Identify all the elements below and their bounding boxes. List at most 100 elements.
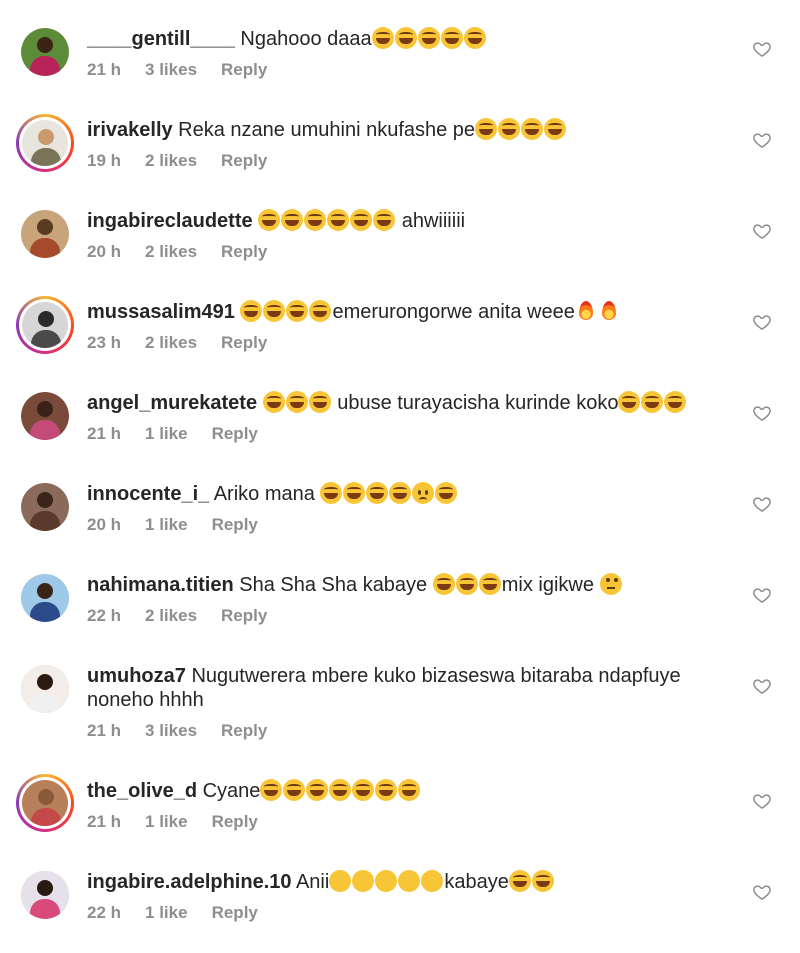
likes-count[interactable]: 2 likes <box>145 333 197 352</box>
comment-text-segment: Anii <box>291 871 330 893</box>
avatar[interactable] <box>16 114 74 172</box>
laugh-emoji-icon <box>478 573 501 595</box>
avatar[interactable] <box>16 774 74 832</box>
heart-outline-icon[interactable] <box>752 882 772 902</box>
likes-count[interactable]: 3 likes <box>145 60 197 79</box>
comment-time: 19 h <box>87 151 122 170</box>
comment-text-segment: Ariko mana <box>209 483 321 505</box>
heart-outline-icon[interactable] <box>752 403 772 423</box>
comment-text: innocente_i_ Ariko mana <box>87 482 747 506</box>
comment-text: umuhoza7 Nugutwerera mbere kuko bizasesw… <box>87 664 727 712</box>
comment-body: Reka nzane umuhini nkufashe pe <box>172 118 567 141</box>
reply-button[interactable]: Reply <box>212 424 258 443</box>
heart-outline-icon[interactable] <box>752 585 772 605</box>
heart-outline-icon[interactable] <box>752 791 772 811</box>
avatar[interactable] <box>21 483 69 531</box>
comment-meta: 21 h 1 like Reply <box>87 424 282 444</box>
comment-meta: 22 h 1 like Reply <box>87 903 282 923</box>
comment-text: irivakelly Reka nzane umuhini nkufashe p… <box>87 118 747 142</box>
likes-count[interactable]: 2 likes <box>145 242 197 261</box>
reply-button[interactable]: Reply <box>221 60 267 79</box>
reply-button[interactable]: Reply <box>221 721 267 740</box>
avatar[interactable] <box>21 210 69 258</box>
likes-count[interactable]: 2 likes <box>145 151 197 170</box>
laugh-emoji-icon <box>394 27 417 49</box>
avatar[interactable] <box>21 28 69 76</box>
likes-count[interactable]: 1 like <box>145 515 188 534</box>
reply-button[interactable]: Reply <box>212 903 258 922</box>
comment-username[interactable]: angel_murekatete <box>87 392 257 414</box>
laugh-emoji-icon <box>308 391 331 413</box>
laugh-emoji-icon <box>498 118 521 140</box>
comment-text: mussasalim491 emerurongorwe anita weee <box>87 300 747 324</box>
reply-button[interactable]: Reply <box>221 333 267 352</box>
rofl-emoji-icon <box>417 865 448 897</box>
laugh-emoji-icon <box>641 391 664 413</box>
heart-outline-icon[interactable] <box>752 130 772 150</box>
avatar[interactable] <box>21 392 69 440</box>
comment-time: 22 h <box>87 606 122 625</box>
comment-text: the_olive_d Cyane <box>87 779 747 803</box>
laugh-emoji-icon <box>304 209 327 231</box>
comment-time: 21 h <box>87 60 122 79</box>
avatar[interactable] <box>21 574 69 622</box>
avatar[interactable] <box>16 296 74 354</box>
comment-text: angel_murekatete ubuse turayacisha kurin… <box>87 391 747 415</box>
comment-username[interactable]: mussasalim491 <box>87 301 235 323</box>
comment-time: 21 h <box>87 721 122 740</box>
likes-count[interactable]: 1 like <box>145 812 188 831</box>
worried-emoji-icon <box>412 482 435 504</box>
comment-username[interactable]: the_olive_d <box>87 780 197 802</box>
comment-body: Cyane <box>197 779 421 802</box>
comment-username[interactable]: umuhoza7 <box>87 665 186 687</box>
heart-outline-icon[interactable] <box>752 494 772 514</box>
likes-count[interactable]: 1 like <box>145 424 188 443</box>
laugh-emoji-icon <box>544 118 567 140</box>
laugh-emoji-icon <box>260 779 283 801</box>
roll-emoji-icon <box>599 573 622 595</box>
comment-username[interactable]: ____gentill____ <box>87 28 235 50</box>
reply-button[interactable]: Reply <box>221 242 267 261</box>
avatar[interactable] <box>21 871 69 919</box>
laugh-emoji-icon <box>352 779 375 801</box>
comment-username[interactable]: nahimana.titien <box>87 574 234 596</box>
reply-button[interactable]: Reply <box>212 515 258 534</box>
comment-body: Ariko mana <box>209 482 458 505</box>
comment-username[interactable]: ingabireclaudette <box>87 210 253 232</box>
comment-username[interactable]: ingabire.adelphine.10 <box>87 871 292 893</box>
comment-username[interactable]: innocente_i_ <box>87 483 209 505</box>
comment-body: Ngahooo daaa <box>234 27 487 50</box>
comment-text-segment: emerurongorwe anita weee <box>332 301 575 323</box>
laugh-emoji-icon <box>371 27 394 49</box>
laugh-emoji-icon <box>327 209 350 231</box>
comment-text-segment: Ngahooo daaa <box>234 28 372 50</box>
comment-meta: 20 h 1 like Reply <box>87 515 282 535</box>
laugh-emoji-icon <box>435 482 458 504</box>
likes-count[interactable]: 2 likes <box>145 606 197 625</box>
heart-outline-icon[interactable] <box>752 39 772 59</box>
comment-text-segment: Reka nzane umuhini nkufashe pe <box>172 119 476 141</box>
reply-button[interactable]: Reply <box>212 812 258 831</box>
laugh-emoji-icon <box>240 300 263 322</box>
reply-button[interactable]: Reply <box>221 606 267 625</box>
reply-button[interactable]: Reply <box>221 151 267 170</box>
comment-time: 21 h <box>87 812 122 831</box>
laugh-emoji-icon <box>375 779 398 801</box>
comment-time: 20 h <box>87 515 122 534</box>
comment-username[interactable]: irivakelly <box>87 119 173 141</box>
heart-outline-icon[interactable] <box>752 221 772 241</box>
laugh-emoji-icon <box>306 779 329 801</box>
comment-time: 23 h <box>87 333 122 352</box>
heart-outline-icon[interactable] <box>752 676 772 696</box>
laugh-emoji-icon <box>285 391 308 413</box>
likes-count[interactable]: 3 likes <box>145 721 197 740</box>
avatar[interactable] <box>21 665 69 713</box>
comment-text-segment: ahwiiiiii <box>396 210 466 232</box>
comment-body: Sha Sha Sha kabaye mix igikwe <box>234 573 623 596</box>
heart-outline-icon[interactable] <box>752 312 772 332</box>
comment-body: ubuse turayacisha kurinde koko <box>257 391 687 414</box>
comment-text: nahimana.titien Sha Sha Sha kabaye mix i… <box>87 573 747 597</box>
laugh-emoji-icon <box>262 391 285 413</box>
likes-count[interactable]: 1 like <box>145 903 188 922</box>
fire-emoji-icon <box>598 300 620 322</box>
